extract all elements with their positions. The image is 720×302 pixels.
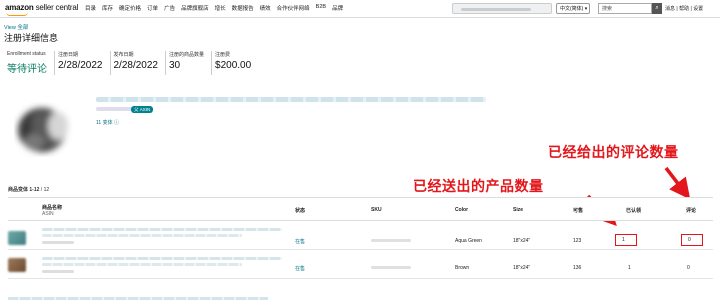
stat-label: Enrollment status	[7, 51, 46, 57]
search-input[interactable]: 搜索	[598, 3, 652, 14]
table-row: 在售 Aqua Green 18"x24" 123 1 0	[8, 221, 713, 250]
available-cell: 123	[573, 238, 582, 244]
variant-title-blurred[interactable]	[42, 257, 282, 260]
col-status[interactable]: 状态	[295, 207, 305, 214]
table-row: 在售 Brown 18"x24" 136 1 0	[8, 250, 713, 279]
stat-label: 发布日期	[113, 52, 134, 58]
size-cell: 18"x24"	[513, 238, 531, 244]
stat-value: $200.00	[215, 60, 252, 71]
col-size[interactable]: Size	[513, 207, 523, 213]
stat-value: 2/28/2022	[113, 60, 159, 71]
annotation-reviews-given: 已经给出的评论数量	[548, 144, 679, 160]
nav-item-partner-network[interactable]: 合作伙伴网络	[277, 4, 310, 12]
enrolled-item-count: 注册的商品数量 30	[166, 51, 213, 75]
available-cell: 136	[573, 265, 582, 271]
variant-asin-blurred	[42, 241, 74, 244]
nav-menu: 目录 库存 确定价格 订单 广告 品牌旗舰店 增长 数据报告 绩效 合作伙伴网络…	[85, 4, 343, 12]
variant-count: 商品变体 1-12 / 12	[8, 187, 50, 193]
col-asin: ASIN	[42, 211, 54, 217]
nav-item-b2b[interactable]: B2B	[316, 4, 326, 12]
amazon-smile-icon	[6, 12, 28, 16]
magnifier-icon: ⌕	[655, 5, 659, 11]
color-cell: Brown	[455, 265, 470, 271]
col-claimed[interactable]: 已认领	[626, 207, 641, 214]
nav-item-performance[interactable]: 绩效	[260, 4, 271, 12]
sku-cell-blurred	[371, 239, 411, 242]
stat-value: 等待评论	[7, 64, 47, 75]
search-button[interactable]: ⌕	[652, 3, 662, 14]
stat-value: 30	[169, 60, 181, 71]
nav-item-inventory[interactable]: 库存	[102, 4, 113, 12]
reviews-cell-highlighted: 0	[681, 234, 703, 246]
col-color[interactable]: Color	[455, 207, 468, 213]
enrollment-date: 注册日期 2/28/2022	[55, 51, 111, 75]
enrollment-summary: Enrollment status 等待评论 注册日期 2/28/2022 发布…	[4, 51, 258, 75]
variant-title-blurred[interactable]	[42, 228, 282, 231]
amazon-seller-central-logo[interactable]: amazon seller central	[5, 3, 78, 12]
nav-item-brands[interactable]: 品牌	[332, 4, 343, 12]
account-switcher[interactable]	[452, 3, 552, 14]
claimed-cell-highlighted: 1	[615, 234, 637, 246]
breadcrumb[interactable]: View 全部	[4, 23, 28, 31]
launch-date: 发布日期 2/28/2022	[111, 51, 166, 75]
language-select[interactable]: 中文(简体) ▾	[556, 3, 590, 14]
stat-value: 2/28/2022	[58, 60, 103, 71]
variant-title-line2	[42, 263, 242, 266]
sku-cell-blurred	[371, 266, 411, 269]
status-cell: 在售	[295, 239, 306, 245]
product-image[interactable]	[14, 102, 74, 157]
variant-asin-blurred	[42, 270, 74, 273]
variants-table: 商品名称 ASIN 状态 SKU Color Size 可售 已认领 评论 在售…	[8, 197, 713, 279]
nav-item-advertising[interactable]: 广告	[164, 4, 175, 12]
col-reviews[interactable]: 评论	[686, 207, 696, 214]
nav-item-stores[interactable]: 品牌旗舰店	[181, 4, 209, 12]
color-cell: Aqua Green	[455, 238, 482, 244]
next-row-title-blurred	[8, 297, 268, 300]
enrollment-status: Enrollment status 等待评论	[4, 51, 55, 75]
stat-label: 注册费	[215, 52, 231, 58]
variant-thumbnail[interactable]	[8, 258, 26, 272]
claimed-cell: 1	[628, 265, 631, 271]
nav-item-orders[interactable]: 订单	[147, 4, 158, 12]
top-navigation: amazon seller central 目录 库存 确定价格 订单 广告 品…	[0, 0, 720, 18]
stat-label: 注册的商品数量	[169, 52, 205, 58]
nav-item-pricing[interactable]: 确定价格	[119, 4, 141, 12]
table-header: 商品名称 ASIN 状态 SKU Color Size 可售 已认领 评论	[8, 197, 713, 221]
nav-item-catalog[interactable]: 目录	[85, 4, 96, 12]
top-links[interactable]: 消息 | 帮助 | 设置	[665, 5, 703, 12]
page-title: 注册详细信息	[4, 33, 59, 43]
variant-thumbnail[interactable]	[8, 231, 26, 245]
reviews-cell: 0	[687, 265, 690, 271]
col-available[interactable]: 可售	[573, 207, 583, 214]
product-title-link[interactable]	[96, 97, 486, 102]
enrollment-fee: 注册费 $200.00	[212, 51, 258, 75]
status-cell: 在售	[295, 266, 306, 272]
arrow-to-reviews	[664, 166, 691, 200]
col-sku[interactable]: SKU	[371, 207, 382, 213]
annotation-units-sent: 已经送出的产品数量	[413, 178, 544, 194]
variant-title-line2	[42, 234, 242, 237]
parent-asin-badge: 父 ASIN	[131, 106, 154, 113]
nav-item-reports[interactable]: 数据报告	[232, 4, 254, 12]
col-product-name: 商品名称	[42, 205, 63, 211]
stat-label: 注册日期	[58, 52, 79, 58]
nav-item-growth[interactable]: 增长	[215, 4, 226, 12]
size-cell: 18"x24"	[513, 265, 531, 271]
variants-link[interactable]: 11 变体 ⓘ	[96, 119, 119, 126]
